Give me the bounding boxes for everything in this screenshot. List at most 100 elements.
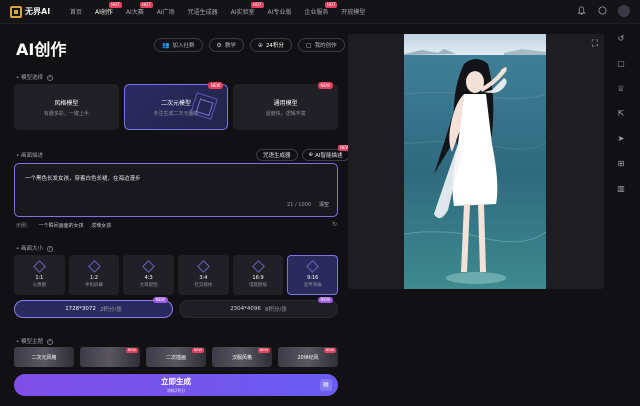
tutorial-icon: ⚙ <box>216 41 222 49</box>
ratio-option-9-16[interactable]: 9:16 宣传海报 <box>287 255 339 295</box>
credits-button[interactable]: ⊕ 24积分 <box>249 38 292 52</box>
nav-item-spell-generator[interactable]: 咒语生成器 <box>188 7 218 16</box>
prompt-text[interactable]: 一个黑色长发女孩，穿着白色长裙，在海边漫步 <box>25 174 141 182</box>
nav-label: AI大赛 <box>125 9 144 16</box>
nav-item-ai-pro[interactable]: AI专业版 <box>268 7 292 16</box>
button-label: 教学 <box>224 43 236 49</box>
ratio-option-16-9[interactable]: 16:9 电脑壁纸 <box>232 255 284 295</box>
model-selector: 风格模型 有趣多彩，一键上手 NEW 二次元模型 专注生成二次元图像 NEW 通… <box>14 82 339 130</box>
my-creations-button[interactable]: ▢ 我的创作 <box>297 38 345 52</box>
refresh-icon[interactable]: ↻ <box>332 221 337 228</box>
nav-label: AI广场 <box>156 9 175 16</box>
model-card-style[interactable]: 风格模型 有趣多彩，一键上手 <box>14 84 119 130</box>
send-icon[interactable]: ➤ <box>616 134 626 144</box>
new-badge: NEW <box>317 297 333 303</box>
file-icon[interactable]: ▢ <box>616 59 626 69</box>
button-label: 24积分 <box>265 43 284 49</box>
theme-option-4[interactable]: NEW 汉服风格 <box>212 347 272 367</box>
nav-item-ai-square[interactable]: AI广场 <box>157 7 175 16</box>
new-badge: NEW <box>125 348 138 353</box>
prompt-section-label: • 画面描述 <box>16 153 44 159</box>
ratio-name: 宣传海报 <box>303 283 322 288</box>
hot-badge: HOT <box>109 2 122 8</box>
community-icon: 👥 <box>162 41 170 49</box>
model-card-general[interactable]: NEW 通用模型 适度快，逻辑丰富 <box>233 82 339 130</box>
gift-icon[interactable]: ⊞ <box>616 159 626 169</box>
clear-button[interactable]: 清空 <box>319 201 329 208</box>
ratio-name: 头像图 <box>32 283 47 288</box>
ratio-option-1-2[interactable]: 1:2 手机屏幕 <box>68 255 120 295</box>
ratio-name: 手机屏幕 <box>85 283 103 288</box>
trophy-icon[interactable]: ♕ <box>616 84 626 94</box>
ratio-option-3-4[interactable]: 3:4 社交媒体 <box>178 255 229 295</box>
nav-label: 咒语生成器 <box>187 9 218 16</box>
help-icon[interactable]: ? <box>46 338 53 345</box>
help-icon[interactable]: ? <box>46 245 53 252</box>
nav-label: AI创作 <box>95 9 113 16</box>
nav-label: 企业服务 <box>304 9 329 16</box>
theme-option-2[interactable]: NEW <box>80 347 140 367</box>
trash-icon[interactable]: ▥ <box>616 184 626 194</box>
example-prompt-1[interactable]: 一个瞬间画面的女孩 <box>39 223 84 229</box>
ratio-icon <box>87 260 101 273</box>
bell-icon[interactable] <box>576 5 587 17</box>
theme-label: 二次插画 <box>165 354 186 361</box>
tutorial-button[interactable]: ⚙ 教学 <box>208 38 244 52</box>
model-name: 通用模型 <box>273 99 298 107</box>
fullscreen-icon[interactable]: ⛶ <box>592 39 598 49</box>
example-prompt-2[interactable]: 泼辣女孩 <box>91 223 111 229</box>
info-icon[interactable] <box>597 5 608 17</box>
prompt-tools: 咒语生成器 NEW ⊕ AI智能描述 <box>252 145 352 161</box>
export-icon[interactable]: ⇱ <box>616 109 626 119</box>
ratio-name: 文章配图 <box>139 283 158 288</box>
nav-item-ai-create[interactable]: AI创作 HOT <box>95 2 122 16</box>
button-label: AI智能描述 <box>315 153 343 159</box>
ratio-name: 电脑壁纸 <box>249 283 268 288</box>
spell-generator-button[interactable]: 咒语生成器 <box>256 149 298 161</box>
resolution-cost: 2积分/张 <box>99 307 122 313</box>
help-icon[interactable]: ? <box>46 74 53 81</box>
generate-label: 立即生成 <box>161 377 191 386</box>
ratio-icon <box>32 260 46 273</box>
avatar[interactable] <box>618 5 630 17</box>
ai-describe-button[interactable]: NEW ⊕ AI智能描述 <box>301 145 352 161</box>
nav-item-open-model[interactable]: 开放模型 <box>341 7 365 16</box>
button-label: 咒语生成器 <box>263 153 291 159</box>
new-badge: NEW <box>257 348 270 353</box>
resolution-option-2304[interactable]: NEW 2304*4096 8积分/张 <box>179 297 338 318</box>
top-right-tools <box>566 5 630 17</box>
prompt-input[interactable]: 一个黑色长发女孩，穿着白色长裙，在海边漫步 21 / 1000 清空 <box>14 163 338 217</box>
nav-item-home[interactable]: 首页 <box>70 7 82 16</box>
nav-item-enterprise[interactable]: 企业服务 HOT <box>304 2 338 16</box>
generate-button[interactable]: 立即生成 消耗2积分 ▤ <box>14 374 338 396</box>
ratio-option-1-1[interactable]: 1:1 头像图 <box>14 255 65 295</box>
ratio-option-4-3[interactable]: 4:3 文章配图 <box>123 255 175 295</box>
ai-sparkle-icon: ⊕ <box>308 152 314 158</box>
nav-item-ai-contest[interactable]: AI大赛 HOT <box>125 2 153 16</box>
logo-text: 无界AI <box>25 7 51 16</box>
ratio-value: 4:3 <box>144 275 153 281</box>
theme-option-1[interactable]: 二次元风格 <box>14 347 74 367</box>
resolution-selector: NEW 1728*3072 2积分/张 NEW 2304*4096 8积分/张 <box>14 297 338 318</box>
generated-image[interactable] <box>404 34 546 289</box>
nav-label: AI实验室 <box>230 9 255 16</box>
ratio-icon <box>306 260 320 273</box>
theme-option-5[interactable]: NEW 20世纪风 <box>278 347 338 367</box>
logo-mark-icon <box>10 5 22 18</box>
generated-image-illustration <box>404 34 546 289</box>
theme-label: 20世纪风 <box>297 354 319 361</box>
model-section-label: • 模型选择 ? <box>16 74 53 81</box>
new-badge: NEW <box>317 82 334 89</box>
document-icon[interactable]: ▤ <box>320 379 332 391</box>
join-community-button[interactable]: 👥 加入社群 <box>154 38 203 52</box>
preview-panel: ⛶ <box>348 34 604 289</box>
ratio-icon <box>142 260 156 273</box>
section-label-text: 模型选择 <box>21 75 44 81</box>
resolution-label: 1728*3072 <box>65 306 96 312</box>
resolution-option-1728[interactable]: NEW 1728*3072 2积分/张 <box>14 297 173 318</box>
model-card-anime[interactable]: NEW 二次元模型 专注生成二次元图像 <box>123 82 229 130</box>
history-icon[interactable]: ↺ <box>616 34 626 44</box>
nav-item-ai-lab[interactable]: AI实验室 HOT <box>230 2 264 16</box>
logo[interactable]: 无界AI <box>10 5 66 18</box>
theme-option-3[interactable]: NEW 二次插画 <box>146 347 206 367</box>
